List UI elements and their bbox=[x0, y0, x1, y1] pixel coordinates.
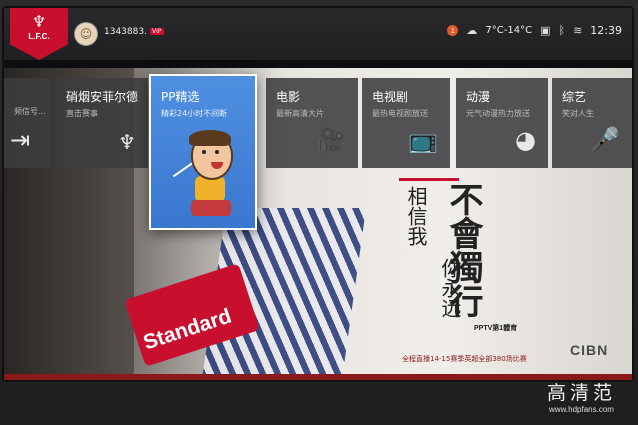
poster-footer: 全程直播14-15赛季英超全部380场比赛 bbox=[402, 355, 527, 363]
tile-subtitle: 元气动漫热力放送 bbox=[466, 109, 530, 118]
tile-title: 电影 bbox=[276, 90, 301, 104]
cloud-icon: ☁ bbox=[466, 24, 478, 37]
mascot-illustration bbox=[172, 130, 241, 220]
tile-variety[interactable]: 综艺 笑对人生 🎤 bbox=[552, 78, 632, 168]
usb-icon: ▣ bbox=[540, 24, 551, 37]
watermark-title: 高清范 bbox=[546, 382, 616, 404]
username[interactable]: 1343883. bbox=[104, 27, 147, 37]
tile-film[interactable]: 电影 最新高清大片 🎥 bbox=[266, 78, 358, 168]
tile-liverpool[interactable]: 硝烟安菲尔德 直击赛事 ♆ bbox=[56, 78, 148, 168]
clock: 12:39 bbox=[590, 24, 622, 37]
tile-anime[interactable]: 动漫 元气动漫热力放送 ◕ bbox=[456, 78, 548, 168]
tile-subtitle: 精彩24小时不间断 bbox=[161, 109, 228, 118]
mickey-icon: ◕ bbox=[515, 126, 536, 154]
tv-bezel-bottom bbox=[4, 374, 632, 380]
watermark: 高清范 www.hdpfans.com bbox=[547, 378, 616, 414]
avatar[interactable]: ☺ bbox=[74, 22, 98, 46]
poster-line-1: 相信我 bbox=[404, 186, 428, 246]
lfc-crest-icon: ♆ bbox=[118, 130, 136, 154]
tile-title: 硝烟安菲尔德 bbox=[66, 90, 139, 104]
tile-pp-selection[interactable]: PP精选 精彩24小时不间断 bbox=[149, 74, 257, 230]
watermark-url: www.hdpfans.com bbox=[549, 405, 614, 414]
mascot-legs bbox=[191, 200, 231, 216]
mascot-mouth bbox=[211, 162, 223, 169]
tile-subtitle: 直击赛事 bbox=[66, 109, 98, 118]
poster-logo: PPTV第1體育 bbox=[474, 325, 518, 332]
mascot-eye bbox=[202, 150, 206, 154]
movie-camera-icon: 🎥 bbox=[316, 126, 346, 154]
status-bar: ♆ L.F.C. ☺ 1343883. VIP 1 ☁ 7°C-14°C ▣ ᛒ… bbox=[4, 8, 632, 60]
liverbird-icon: ♆ bbox=[31, 12, 47, 31]
tile-subtitle: 笑对人生 bbox=[562, 109, 594, 118]
tile-signal-source[interactable]: 频信号... ⇥ bbox=[4, 78, 50, 168]
tile-title: 电视剧 bbox=[372, 90, 409, 104]
vip-badge: VIP bbox=[150, 28, 164, 35]
team-badge[interactable]: ♆ L.F.C. bbox=[10, 8, 68, 60]
tile-title: PP精选 bbox=[161, 90, 200, 104]
weather-text: 7°C-14°C bbox=[485, 25, 533, 36]
tv-icon: 📺 bbox=[408, 126, 438, 154]
notification-badge[interactable]: 1 bbox=[447, 25, 459, 36]
poster-line-3: 不會獨行 bbox=[443, 182, 483, 318]
mascot-hair bbox=[189, 130, 231, 146]
tile-title: 综艺 bbox=[562, 90, 587, 104]
wifi-icon: ≋ bbox=[573, 24, 583, 37]
bluetooth-icon: ᛒ bbox=[558, 24, 566, 37]
tile-subtitle: 最热电视剧放送 bbox=[372, 109, 428, 118]
microphone-icon: 🎤 bbox=[590, 126, 620, 154]
tile-subtitle: 频信号... bbox=[14, 107, 46, 116]
poster-accent-line bbox=[399, 178, 459, 181]
exit-icon: ⇥ bbox=[10, 126, 31, 154]
mascot-eye bbox=[215, 150, 219, 154]
status-indicators: 1 ☁ 7°C-14°C ▣ ᛒ ≋ 12:39 bbox=[447, 24, 622, 37]
cibn-logo: CIBN bbox=[570, 342, 609, 358]
tv-screen: Standard 相信我 你永远 不會獨行 PPTV第1體育 全程直播14-15… bbox=[4, 8, 632, 380]
tile-title: 动漫 bbox=[466, 90, 491, 104]
tile-tv-series[interactable]: 电视剧 最热电视剧放送 📺 bbox=[362, 78, 450, 168]
team-badge-label: L.F.C. bbox=[28, 32, 50, 41]
category-tiles: 频信号... ⇥ 硝烟安菲尔德 直击赛事 ♆ 电影 最新高清大片 🎥 电视剧 最… bbox=[4, 78, 632, 168]
tile-subtitle: 最新高清大片 bbox=[276, 109, 324, 118]
